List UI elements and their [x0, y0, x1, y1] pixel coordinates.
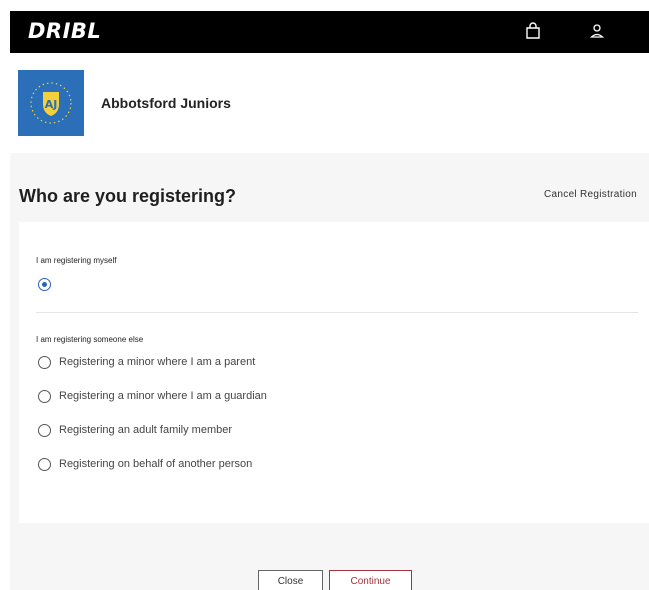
option-minor-parent[interactable]: Registering a minor where I am a parent: [38, 355, 458, 371]
option-minor-guardian[interactable]: Registering a minor where I am a guardia…: [38, 389, 458, 405]
option-behalf-other[interactable]: Registering on behalf of another person: [38, 457, 458, 473]
registrant-options-card: I am registering myself I am registering…: [19, 222, 649, 523]
registration-content: Who are you registering? Cancel Registra…: [10, 153, 649, 590]
organisation-name: Abbotsford Juniors: [101, 95, 231, 111]
section-divider: [36, 312, 638, 313]
option-label: Registering an adult family member: [59, 424, 233, 436]
continue-button[interactable]: Continue: [329, 570, 412, 590]
organisation-logo: AJ: [18, 70, 84, 136]
brand-logo[interactable]: DRIBL: [28, 19, 101, 43]
organisation-header: AJ Abbotsford Juniors: [10, 53, 649, 153]
page-title: Who are you registering?: [19, 186, 237, 206]
shopping-bag-icon[interactable]: [523, 21, 543, 41]
user-icon[interactable]: [587, 21, 607, 41]
cancel-registration-link[interactable]: Cancel Registration: [544, 189, 637, 200]
club-crest-icon: AJ: [30, 82, 72, 124]
self-section-label: I am registering myself: [36, 256, 117, 265]
option-label: Registering a minor where I am a parent: [59, 356, 256, 368]
svg-text:AJ: AJ: [45, 98, 58, 111]
registration-page: DRIBL AJ Abbotsford Juniors Who are you …: [0, 0, 649, 590]
option-label: Registering a minor where I am a guardia…: [59, 390, 267, 402]
option-adult-family[interactable]: Registering an adult family member: [38, 423, 458, 439]
option-minor-parent-radio[interactable]: [38, 356, 51, 369]
option-adult-family-radio[interactable]: [38, 424, 51, 437]
top-nav-bar: DRIBL: [10, 11, 649, 53]
register-myself-radio[interactable]: [38, 278, 51, 291]
someone-else-section-label: I am registering someone else: [36, 335, 144, 344]
option-label: Registering on behalf of another person: [59, 458, 253, 470]
close-button[interactable]: Close: [258, 570, 323, 590]
option-minor-guardian-radio[interactable]: [38, 390, 51, 403]
option-behalf-other-radio[interactable]: [38, 458, 51, 471]
